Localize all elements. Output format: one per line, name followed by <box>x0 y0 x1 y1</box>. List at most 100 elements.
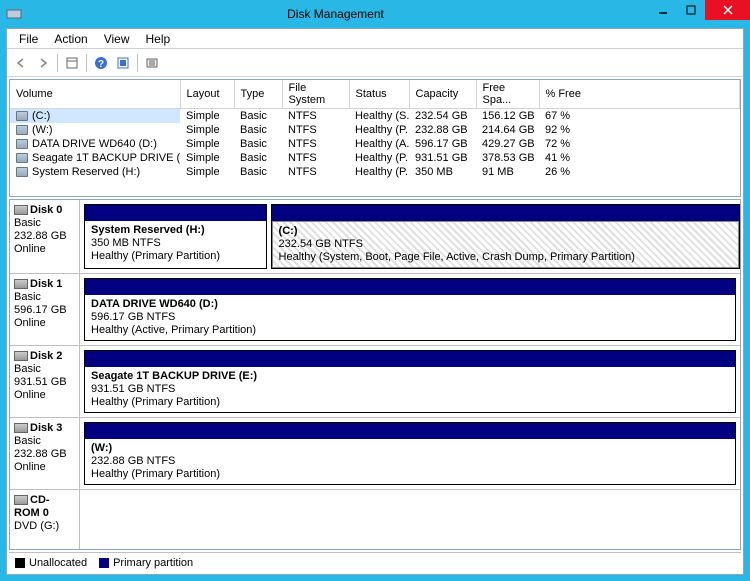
forward-button[interactable] <box>33 53 53 73</box>
legend-unallocated-label: Unallocated <box>29 557 87 569</box>
table-cell: 429.27 GB <box>476 137 539 151</box>
table-cell: Basic <box>234 151 282 165</box>
disk-info[interactable]: Disk 0Basic232.88 GBOnline <box>10 200 80 273</box>
disk-graphical-pane[interactable]: Disk 0Basic232.88 GBOnlineSystem Reserve… <box>9 199 741 550</box>
col-type[interactable]: Type <box>234 80 282 109</box>
col-pct[interactable]: % Free <box>539 80 740 109</box>
disk-info[interactable]: CD-ROM 0DVD (G:) <box>10 490 80 550</box>
toolbar: ? <box>7 49 743 77</box>
cdrom-icon <box>14 495 28 505</box>
table-cell: 26 % <box>539 165 740 179</box>
disk-partitions: System Reserved (H:)350 MB NTFSHealthy (… <box>80 200 740 273</box>
table-cell: Seagate 1T BACKUP DRIVE (E:) <box>10 151 180 165</box>
table-cell: (W:) <box>10 123 180 137</box>
table-row[interactable]: Seagate 1T BACKUP DRIVE (E:)SimpleBasicN… <box>10 151 740 165</box>
table-row[interactable]: (C:)SimpleBasicNTFSHealthy (S...232.54 G… <box>10 109 740 124</box>
disk-row: Disk 2Basic931.51 GBOnlineSeagate 1T BAC… <box>10 346 740 418</box>
table-cell: 41 % <box>539 151 740 165</box>
table-cell: 931.51 GB <box>409 151 476 165</box>
disk-partitions: DATA DRIVE WD640 (D:)596.17 GB NTFSHealt… <box>80 274 740 345</box>
minimize-button[interactable] <box>649 0 677 20</box>
partition[interactable]: System Reserved (H:)350 MB NTFSHealthy (… <box>84 204 267 269</box>
show-hide-button[interactable] <box>62 53 82 73</box>
disk-icon <box>14 423 28 433</box>
content-area: Volume Layout Type File System Status Ca… <box>7 77 743 574</box>
back-button[interactable] <box>11 53 31 73</box>
table-cell: 67 % <box>539 109 740 124</box>
menu-help[interactable]: Help <box>138 30 179 48</box>
table-cell: NTFS <box>282 151 349 165</box>
table-cell: NTFS <box>282 165 349 179</box>
svg-text:?: ? <box>98 59 104 70</box>
toolbar-separator <box>137 54 138 72</box>
col-free[interactable]: Free Spa... <box>476 80 539 109</box>
table-cell: 596.17 GB <box>409 137 476 151</box>
col-volume[interactable]: Volume <box>10 80 180 109</box>
col-status[interactable]: Status <box>349 80 409 109</box>
legend-unallocated: Unallocated <box>15 557 87 569</box>
disk-partitions <box>80 490 740 550</box>
volume-icon <box>16 153 28 163</box>
table-row[interactable]: (W:)SimpleBasicNTFSHealthy (P...232.88 G… <box>10 123 740 137</box>
table-cell: Healthy (P... <box>349 151 409 165</box>
table-cell: NTFS <box>282 123 349 137</box>
legend-primary-label: Primary partition <box>113 557 193 569</box>
table-cell: Basic <box>234 137 282 151</box>
table-cell: Healthy (A... <box>349 137 409 151</box>
table-header-row: Volume Layout Type File System Status Ca… <box>10 80 740 109</box>
volume-icon <box>16 167 28 177</box>
menu-view[interactable]: View <box>96 30 138 48</box>
table-cell: Healthy (P... <box>349 123 409 137</box>
table-cell: NTFS <box>282 109 349 124</box>
table-cell: 92 % <box>539 123 740 137</box>
menu-action[interactable]: Action <box>46 30 95 48</box>
table-cell: DATA DRIVE WD640 (D:) <box>10 137 180 151</box>
properties-button[interactable] <box>142 53 162 73</box>
table-cell: Basic <box>234 165 282 179</box>
col-capacity[interactable]: Capacity <box>409 80 476 109</box>
maximize-button[interactable] <box>677 0 705 20</box>
partition[interactable]: Seagate 1T BACKUP DRIVE (E:)931.51 GB NT… <box>84 350 736 413</box>
menu-file[interactable]: File <box>11 30 46 48</box>
table-cell: Simple <box>180 137 234 151</box>
volume-list-pane[interactable]: Volume Layout Type File System Status Ca… <box>9 79 741 197</box>
partition-body: (C:)232.54 GB NTFSHealthy (System, Boot,… <box>272 221 739 268</box>
partition[interactable]: (C:)232.54 GB NTFSHealthy (System, Boot,… <box>271 204 740 269</box>
table-row[interactable]: DATA DRIVE WD640 (D:)SimpleBasicNTFSHeal… <box>10 137 740 151</box>
app-icon <box>6 6 22 22</box>
refresh-button[interactable] <box>113 53 133 73</box>
partition[interactable]: DATA DRIVE WD640 (D:)596.17 GB NTFSHealt… <box>84 278 736 341</box>
table-cell: 214.64 GB <box>476 123 539 137</box>
disk-row: Disk 3Basic232.88 GBOnline (W:)232.88 GB… <box>10 418 740 490</box>
disk-icon <box>14 205 28 215</box>
window-body: File Action View Help ? Volume La <box>6 28 744 575</box>
col-layout[interactable]: Layout <box>180 80 234 109</box>
table-cell: Simple <box>180 109 234 124</box>
partition-body: Seagate 1T BACKUP DRIVE (E:)931.51 GB NT… <box>85 367 735 412</box>
table-cell: Healthy (S... <box>349 109 409 124</box>
table-cell: Basic <box>234 123 282 137</box>
disk-info[interactable]: Disk 2Basic931.51 GBOnline <box>10 346 80 417</box>
toolbar-separator <box>86 54 87 72</box>
disk-info[interactable]: Disk 3Basic232.88 GBOnline <box>10 418 80 489</box>
partition-body: (W:)232.88 GB NTFSHealthy (Primary Parti… <box>85 439 735 484</box>
table-row[interactable]: System Reserved (H:)SimpleBasicNTFSHealt… <box>10 165 740 179</box>
table-cell: 232.88 GB <box>409 123 476 137</box>
volume-icon <box>16 111 28 121</box>
legend-primary: Primary partition <box>99 557 193 569</box>
partition-body: DATA DRIVE WD640 (D:)596.17 GB NTFSHealt… <box>85 295 735 340</box>
col-filesystem[interactable]: File System <box>282 80 349 109</box>
help-button[interactable]: ? <box>91 53 111 73</box>
table-cell: Simple <box>180 151 234 165</box>
table-cell: 350 MB <box>409 165 476 179</box>
table-cell: 232.54 GB <box>409 109 476 124</box>
table-cell: Basic <box>234 109 282 124</box>
disk-row: Disk 1Basic596.17 GBOnlineDATA DRIVE WD6… <box>10 274 740 346</box>
partition[interactable]: (W:)232.88 GB NTFSHealthy (Primary Parti… <box>84 422 736 485</box>
close-button[interactable] <box>705 0 750 20</box>
disk-info[interactable]: Disk 1Basic596.17 GBOnline <box>10 274 80 345</box>
table-cell: 72 % <box>539 137 740 151</box>
volume-icon <box>16 139 28 149</box>
partition-body: System Reserved (H:)350 MB NTFSHealthy (… <box>85 221 266 268</box>
disk-partitions: (W:)232.88 GB NTFSHealthy (Primary Parti… <box>80 418 740 489</box>
